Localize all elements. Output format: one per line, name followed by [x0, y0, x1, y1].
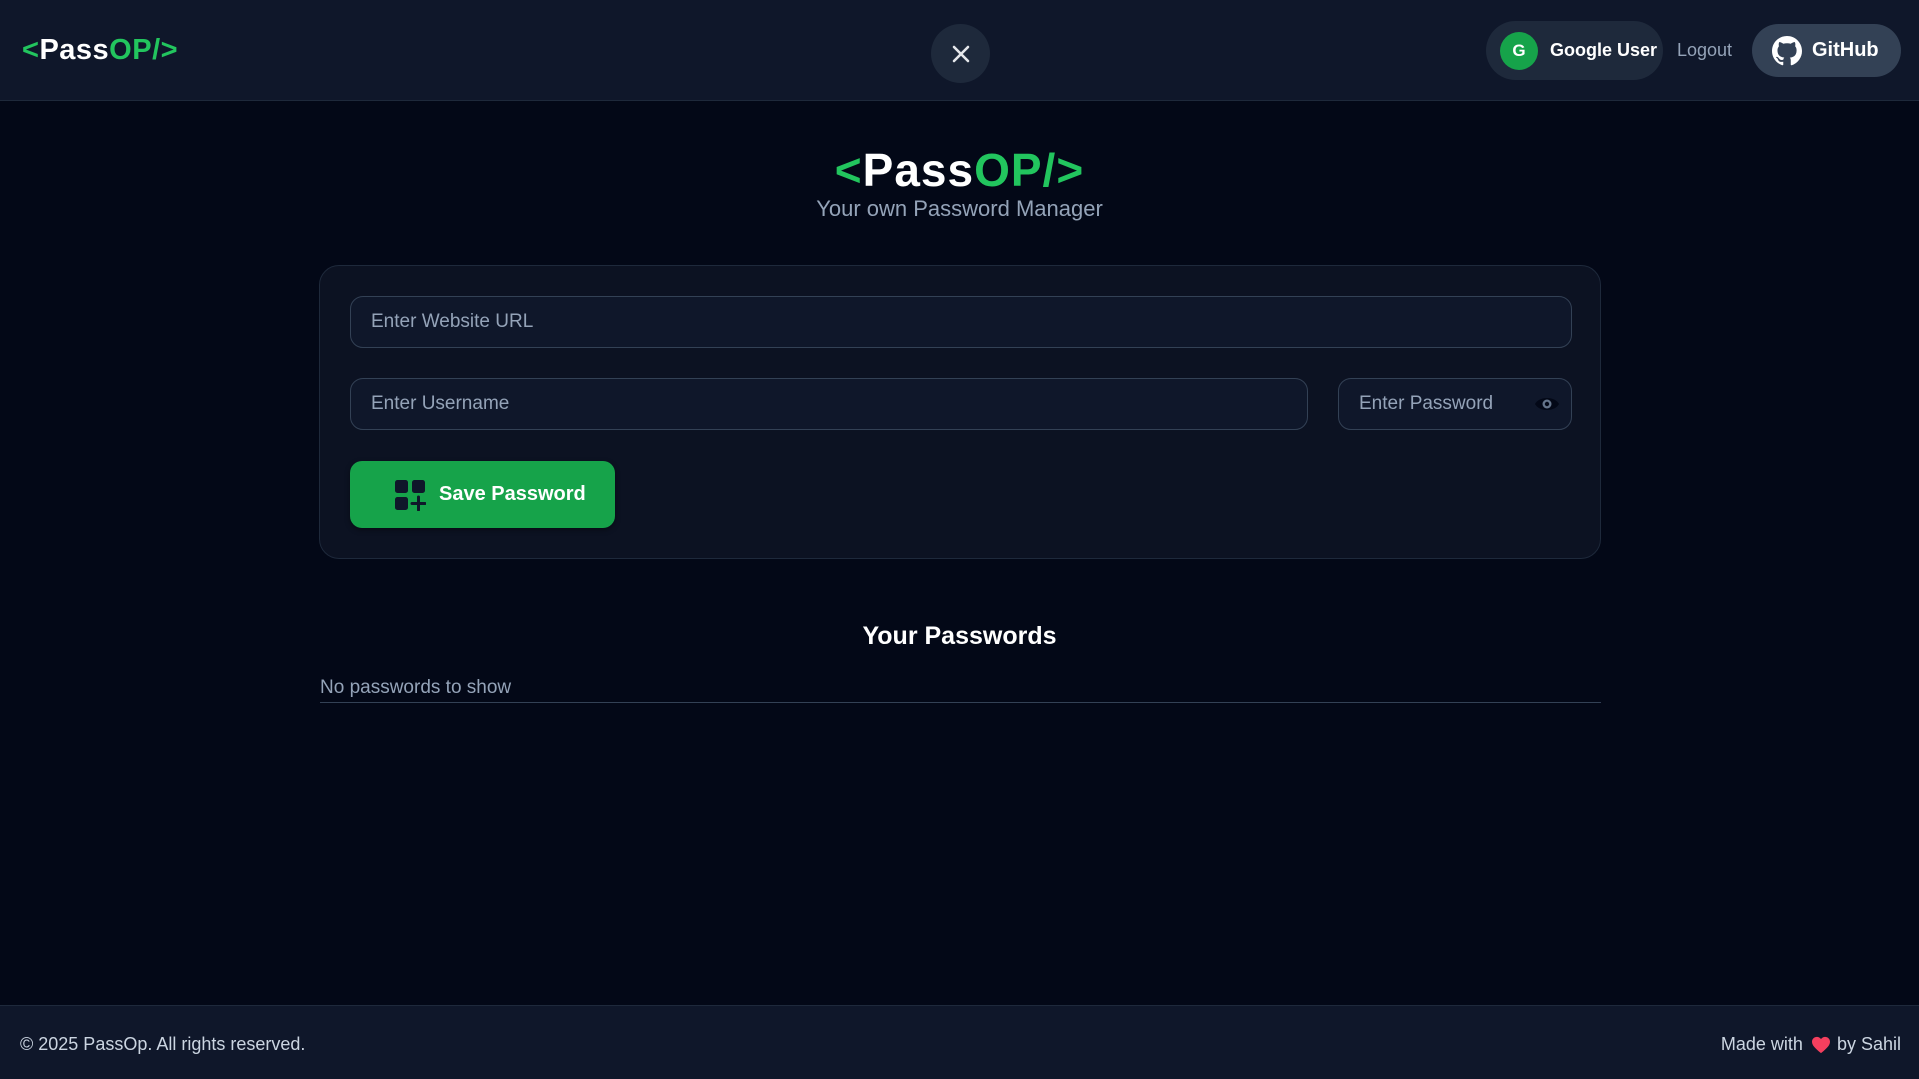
logout-link[interactable]: Logout [1677, 40, 1732, 61]
title-open-bracket: < [834, 144, 863, 196]
username-input[interactable] [350, 378, 1308, 430]
page-subtitle: Your own Password Manager [816, 196, 1103, 221]
heart-icon [1811, 1036, 1830, 1053]
made-with-prefix: Made with [1720, 1034, 1803, 1054]
logo-op: OP/ [109, 34, 161, 66]
save-password-label: Save Password [439, 483, 586, 505]
password-form: Save Password [319, 265, 1601, 559]
website-url-input[interactable] [350, 296, 1572, 348]
logo-open-bracket: < [22, 34, 40, 66]
github-button[interactable]: GitHub [1752, 24, 1901, 77]
github-icon [1772, 35, 1802, 65]
eye-icon[interactable] [1534, 393, 1560, 415]
user-name: Google User [1550, 40, 1658, 60]
close-icon [952, 45, 969, 62]
made-with-suffix: by Sahil [1836, 1034, 1901, 1054]
close-button[interactable] [931, 24, 990, 83]
avatar: G [1500, 31, 1538, 70]
logo-close-bracket: > [160, 34, 179, 66]
logo-pass: Pass [39, 34, 110, 66]
copyright-text: © 2025 PassOp. All rights reserved. [20, 1034, 306, 1054]
title-close-bracket: > [1056, 144, 1085, 196]
save-password-button[interactable]: Save Password [350, 461, 615, 528]
user-profile[interactable]: G Google User [1486, 21, 1663, 80]
github-label: GitHub [1812, 39, 1879, 61]
title-pass: Pass [862, 144, 975, 196]
empty-passwords-message: No passwords to show [320, 677, 1601, 703]
nav-logo[interactable]: <PassOP/> [22, 34, 178, 67]
page-title: <PassOP/> [0, 143, 1919, 197]
made-with-credit: Made with by Sahil [1721, 1034, 1901, 1055]
add-grid-icon [395, 479, 426, 511]
passwords-heading: Your Passwords [862, 622, 1057, 650]
title-op: OP/ [974, 144, 1057, 196]
footer: © 2025 PassOp. All rights reserved. Made… [0, 1005, 1919, 1079]
navbar: <PassOP/> G Google User Logout GitHub [0, 0, 1919, 101]
